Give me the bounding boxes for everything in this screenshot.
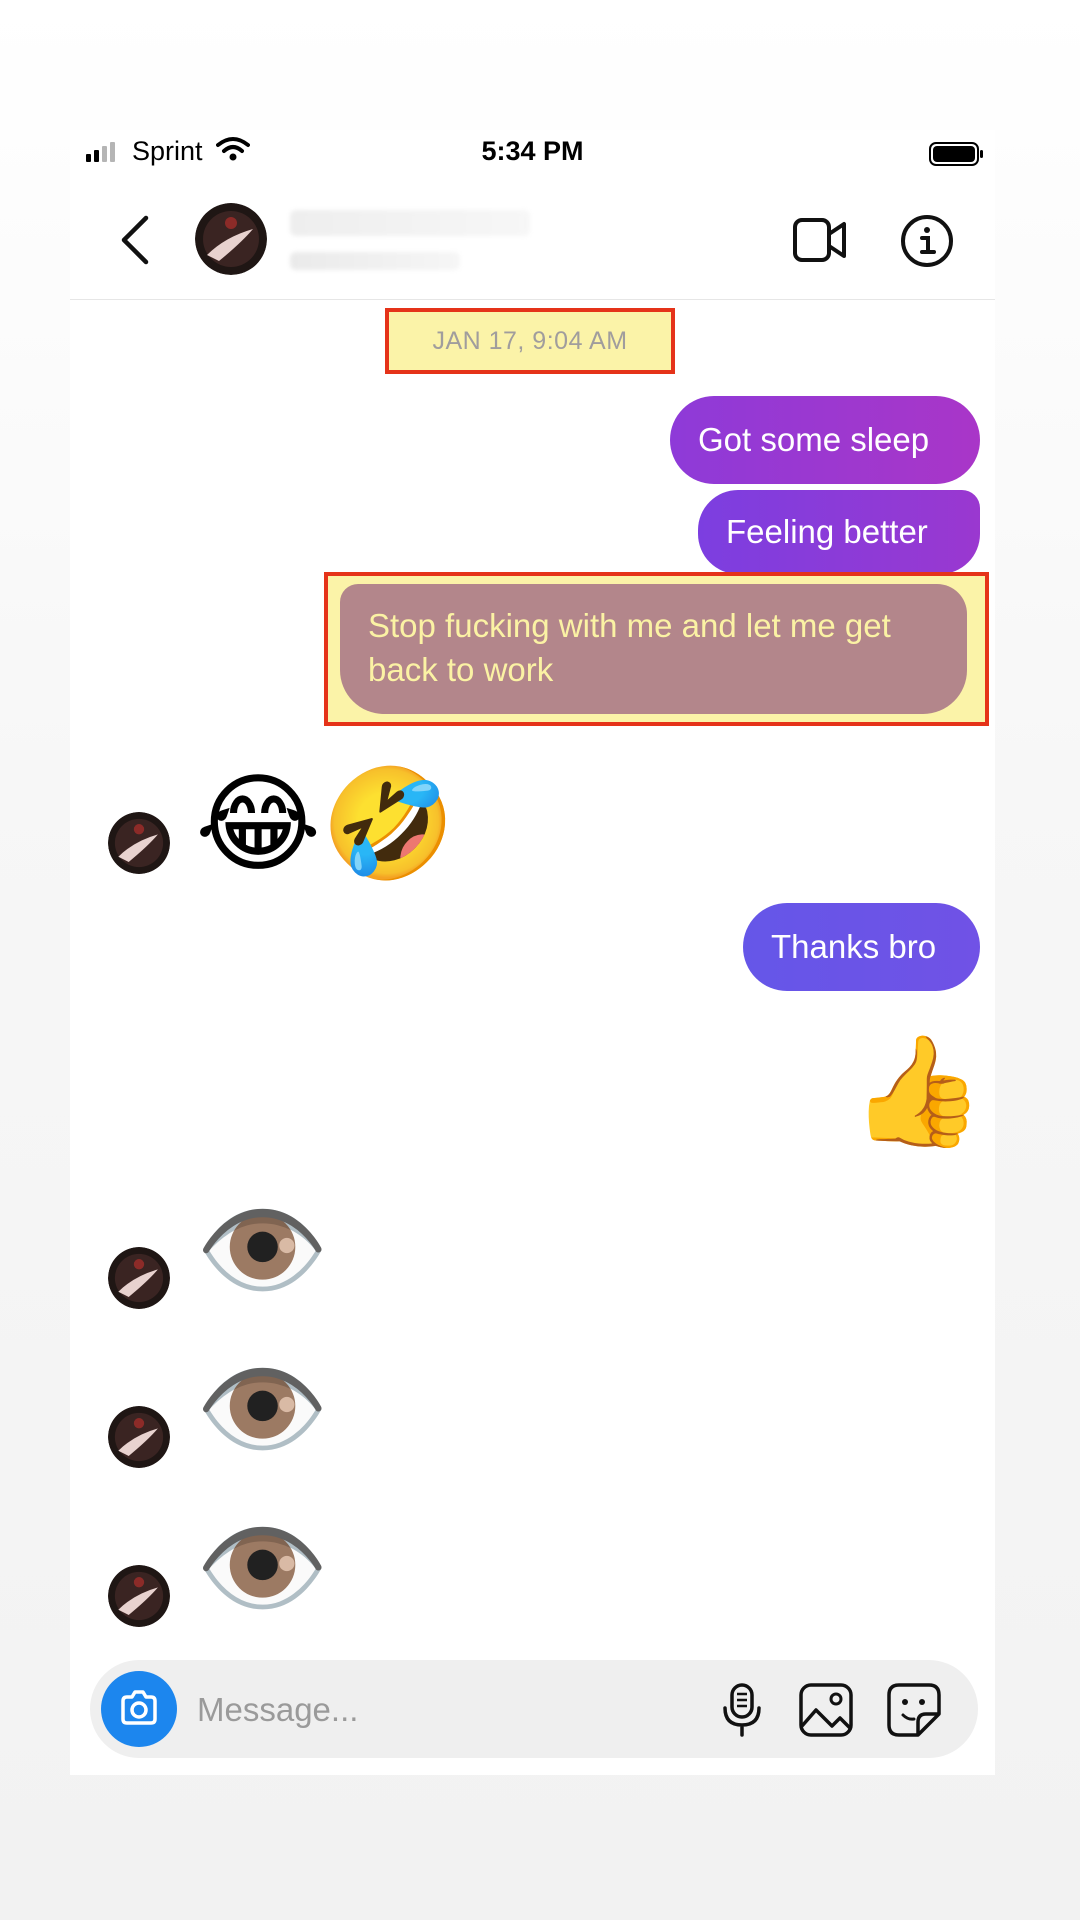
contact-username-blurred <box>290 252 460 270</box>
message-bubble-outgoing[interactable]: Got some sleep <box>670 396 980 484</box>
gallery-icon[interactable] <box>798 1682 854 1738</box>
contact-avatar[interactable] <box>195 203 267 275</box>
message-bubble-outgoing-highlighted[interactable]: Stop fucking with me and let me get back… <box>340 584 967 714</box>
sender-avatar[interactable] <box>108 1406 170 1468</box>
message-bubble-outgoing[interactable]: Feeling better <box>698 490 980 574</box>
message-composer <box>90 1660 978 1758</box>
emoji-message[interactable]: 👁️ <box>195 1349 329 1469</box>
message-input[interactable] <box>195 1682 699 1738</box>
microphone-icon[interactable] <box>718 1682 766 1738</box>
contact-name-blurred[interactable] <box>290 210 530 236</box>
camera-icon <box>121 1690 157 1725</box>
chat-header <box>70 180 995 300</box>
sender-avatar[interactable] <box>108 1247 170 1309</box>
back-chevron-icon[interactable] <box>116 214 156 266</box>
sender-avatar[interactable] <box>108 1565 170 1627</box>
sender-avatar[interactable] <box>108 812 170 874</box>
status-bar: Sprint 5:34 PM <box>70 130 995 180</box>
emoji-message[interactable]: 👁️ <box>195 1508 329 1628</box>
video-call-icon[interactable] <box>792 214 848 266</box>
camera-button[interactable] <box>101 1671 177 1747</box>
info-icon[interactable] <box>900 214 954 268</box>
message-highlight: Stop fucking with me and let me get back… <box>324 572 989 726</box>
status-time: 5:34 PM <box>481 136 584 166</box>
message-timestamp: JAN 17, 9:04 AM <box>432 326 628 355</box>
emoji-message[interactable]: 😂🤣 <box>195 764 456 884</box>
battery-icon <box>929 142 983 166</box>
timestamp-highlight: JAN 17, 9:04 AM <box>385 308 675 374</box>
chat-screen: Sprint 5:34 PM JAN 17, 9:04 AM Got some … <box>70 130 995 1775</box>
emoji-message[interactable]: 👁️ <box>195 1190 329 1310</box>
avatar-image <box>195 203 267 275</box>
message-bubble-outgoing[interactable]: Thanks bro <box>743 903 980 991</box>
sticker-icon[interactable] <box>886 1682 942 1738</box>
emoji-message[interactable]: 👍 <box>850 1031 984 1151</box>
